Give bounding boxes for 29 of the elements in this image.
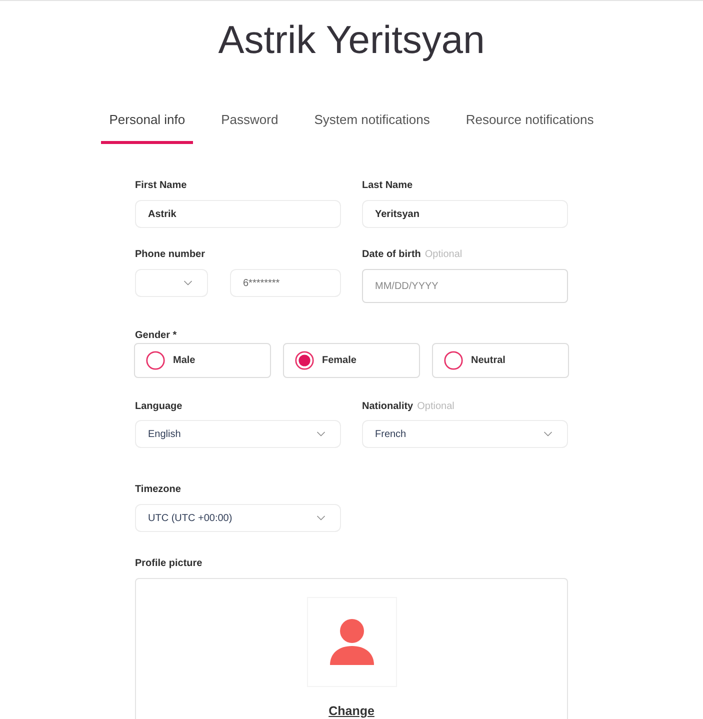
optional-hint: Optional: [417, 401, 454, 413]
change-link[interactable]: Change: [328, 704, 374, 719]
first-name-input[interactable]: Astrik: [135, 200, 341, 228]
timezone-select[interactable]: UTC (UTC +00:00): [135, 504, 341, 532]
field-label: Gender *: [135, 330, 177, 342]
gender-option[interactable]: Neutral: [432, 343, 569, 378]
country-code-select[interactable]: [135, 269, 208, 297]
gender-option[interactable]: Female: [283, 343, 420, 378]
tab[interactable]: System notifications: [306, 101, 438, 144]
tab[interactable]: Password: [213, 101, 286, 144]
tab[interactable]: Resource notifications: [458, 101, 602, 144]
field-label: Date of birth: [362, 249, 421, 261]
page-title: Astrik Yeritsyan: [218, 19, 485, 63]
field-label: Timezone: [135, 484, 181, 496]
language-select[interactable]: English: [135, 420, 341, 448]
field-label: Language: [135, 401, 182, 413]
last-name-input[interactable]: Yeritsyan: [362, 200, 568, 228]
field-label: Nationality: [362, 401, 414, 413]
person-icon: [330, 619, 374, 665]
field-label: Last Name: [362, 180, 413, 192]
nationality-select[interactable]: French: [362, 420, 568, 448]
tab[interactable]: Personal info: [101, 101, 194, 144]
optional-hint: Optional: [424, 249, 462, 261]
field-label: First Name: [135, 180, 187, 192]
field-label: Profile picture: [135, 558, 202, 570]
date-input[interactable]: MM/DD/YYYY: [362, 269, 568, 303]
gender-option[interactable]: Male: [134, 343, 271, 378]
field-label: Phone number: [135, 249, 206, 261]
phone-input[interactable]: 6********: [230, 269, 341, 297]
